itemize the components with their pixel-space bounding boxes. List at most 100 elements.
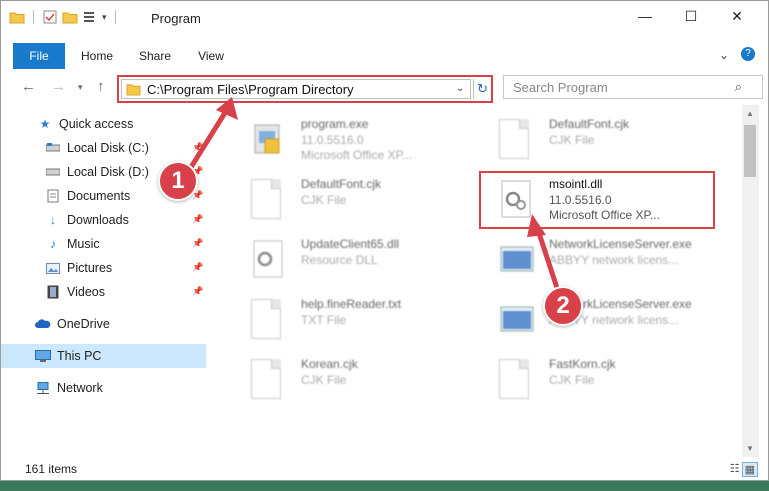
cloud-icon [35,316,51,332]
navigation-bar: ← → ▾ ↑ C:\Program Files\Program Directo… [1,72,768,104]
recent-locations-icon[interactable]: ▾ [78,82,83,93]
videos-icon [45,284,61,300]
address-path[interactable]: C:\Program Files\Program Directory [147,82,354,97]
close-button[interactable]: ✕ [714,1,760,31]
sidebar-item-local-disk-c[interactable]: Local Disk (C:) 📌 [45,136,206,160]
pictures-icon [45,260,61,276]
file-name: program.exe [301,117,369,131]
pin-icon: 📌 [192,214,204,224]
details-view-icon[interactable]: ☷ [730,462,740,477]
sidebar-item-quick-access[interactable]: ★ Quick access [37,112,206,136]
sidebar-item-videos[interactable]: Videos 📌 [45,280,206,304]
help-icon[interactable]: ? [741,47,755,61]
file-item[interactable]: UpdateClient65.dll Resource DLL [231,231,481,287]
sidebar-item-downloads[interactable]: ↓ Downloads 📌 [45,208,206,232]
pin-icon: 📌 [192,286,204,296]
maximize-button[interactable]: ☐ [668,1,714,31]
file-type: CJK File [549,133,595,147]
properties-icon[interactable] [42,9,58,25]
file-description: Microsoft Office XP... [301,148,412,162]
network-icon [35,380,51,396]
sidebar-item-label: Videos [67,285,105,299]
file-name: NetworkLicenseServer.exe [549,237,692,251]
refresh-icon[interactable]: ↻ [473,79,491,99]
pin-icon: 📌 [192,238,204,248]
drive-icon [45,140,61,156]
tab-view[interactable]: View [187,43,235,69]
file-type: ABBYY network licens... [549,253,679,267]
exe-file-icon [251,119,287,163]
sidebar-item-pictures[interactable]: Pictures 📌 [45,256,206,280]
vertical-scrollbar[interactable]: ▲ ▼ [742,105,759,457]
file-highlight-box [479,171,715,229]
file-item[interactable]: NetworkLicenseServer.exe ABBYY network l… [479,291,729,347]
status-bar: 161 items ☷ ▦ [1,458,768,480]
download-icon: ↓ [50,213,56,227]
address-dropdown-icon[interactable]: ⌄ [456,83,464,94]
toolbar-divider [114,10,116,24]
sidebar-item-this-pc[interactable]: This PC [1,344,206,368]
ribbon-tabs: File Home Share View ⌄ ? [1,43,768,71]
file-item[interactable]: help.fineReader.txt TXT File [231,291,481,347]
search-icon[interactable]: ⌕ [735,79,742,95]
tab-file[interactable]: File [13,43,65,69]
file-type: CJK File [301,373,347,387]
file-name: FastKorn.cjk [549,357,616,371]
music-icon: ♪ [50,237,56,251]
new-folder-icon[interactable] [62,9,78,25]
step-badge-2: 2 [543,286,583,326]
view-switcher: ☷ ▦ [730,462,758,477]
file-item[interactable]: NetworkLicenseServer.exe ABBYY network l… [479,231,729,287]
document-file-icon [499,119,535,163]
file-list: program.exe 11.0.5516.0 Microsoft Office… [211,105,741,457]
pin-icon: 📌 [192,262,204,272]
folder-icon [9,12,25,24]
up-arrow-icon[interactable]: ↑ [97,78,105,95]
ribbon-expand-icon[interactable]: ⌄ [719,48,729,62]
quick-access-toolbar: ▾ [9,9,120,25]
sidebar-item-label: Local Disk (D:) [67,165,149,179]
address-bar[interactable]: C:\Program Files\Program Directory [121,79,471,99]
file-type: CJK File [301,193,347,207]
toolbar-dropdown-icon[interactable]: ▾ [102,12,107,23]
tab-home[interactable]: Home [73,43,121,69]
scrollbar-thumb[interactable] [744,125,756,177]
file-item[interactable]: FastKorn.cjk CJK File [479,351,729,407]
title-bar: ▾ Program — ☐ ✕ [1,1,768,35]
sidebar-item-label: Music [67,237,100,251]
file-item[interactable]: DefaultFont.cjk CJK File [479,111,729,167]
forward-arrow-icon[interactable]: → [51,78,66,95]
pin-icon: 📌 [192,142,204,152]
file-item[interactable]: DefaultFont.cjk CJK File [231,171,481,227]
scroll-down-icon[interactable]: ▼ [746,444,754,453]
documents-icon [45,188,61,204]
file-version: 11.0.5516.0 [301,133,364,147]
sidebar-item-label: OneDrive [57,317,110,331]
tab-share[interactable]: Share [131,43,179,69]
sidebar-item-music[interactable]: ♪ Music 📌 [45,232,206,256]
dll-file-icon [251,239,287,283]
search-box[interactable]: Search Program ⌕ [503,75,763,99]
sidebar-item-onedrive[interactable]: OneDrive [35,312,206,336]
exe-file-icon [499,299,535,343]
large-icons-view-icon[interactable]: ▦ [741,462,758,477]
item-count: 161 items [25,462,78,476]
folder-icon [126,83,141,96]
file-item[interactable]: Korean.cjk CJK File [231,351,481,407]
minimize-button[interactable]: — [622,1,668,31]
file-type: TXT File [301,313,347,327]
file-name: DefaultFont.cjk [301,177,382,191]
window-title: Program [151,11,201,26]
sidebar-item-label: Network [57,381,103,395]
search-input[interactable]: Search Program [513,80,608,95]
sidebar-item-network[interactable]: Network [35,376,206,400]
file-item[interactable]: program.exe 11.0.5516.0 Microsoft Office… [231,111,481,167]
sidebar-item-label: Downloads [67,213,129,227]
sidebar-item-label: Pictures [67,261,113,275]
back-arrow-icon[interactable]: ← [21,78,36,95]
scroll-up-icon[interactable]: ▲ [746,109,754,118]
customize-toolbar-icon[interactable] [82,9,98,25]
sidebar-item-label: Local Disk (C:) [67,141,149,155]
file-name: Korean.cjk [301,357,358,371]
sidebar-item-label: Quick access [59,117,134,131]
